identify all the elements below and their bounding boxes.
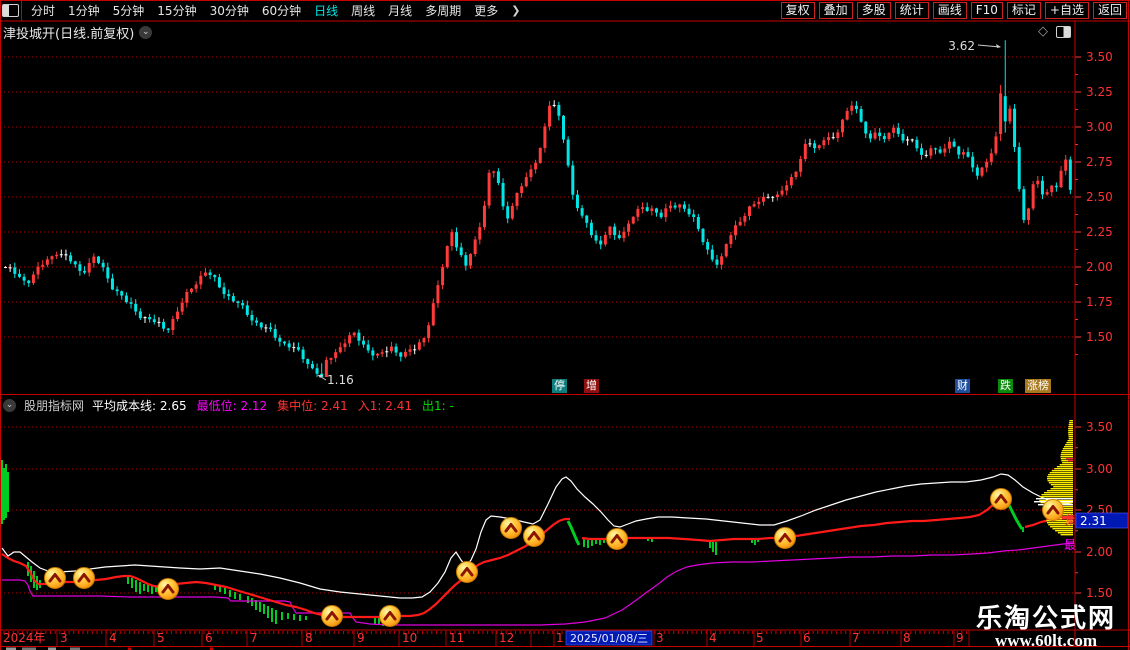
gold-coin-marker (379, 605, 401, 627)
gold-coin-marker (1042, 499, 1064, 521)
market-badge-0[interactable]: 停 (552, 379, 567, 393)
exit-line (566, 520, 581, 546)
month-label: 6 (205, 631, 213, 645)
gold-coin-marker (500, 517, 522, 539)
main-axis-label: 1.75 (1086, 295, 1113, 309)
indicator-axis-label: 1.50 (1086, 586, 1113, 600)
main-axis-label: 2.00 (1086, 260, 1113, 274)
indicator-values: 平均成本线: 2.65 最低位: 2.12 集中位: 2.41 入1: 2.41 出1:… (92, 397, 454, 414)
month-label: 8 (305, 631, 313, 645)
price-tag: 2.31 (1075, 512, 1129, 529)
month-label: 5 (756, 631, 764, 645)
indicator-field-4: 出1: - (421, 399, 454, 413)
month-label: 7 (250, 631, 258, 645)
gold-coin-marker (523, 525, 545, 547)
exit-line (1006, 502, 1024, 530)
main-axis-label: 3.00 (1086, 120, 1113, 134)
indicator-header: ⌄ 股朋指标网 平均成本线: 2.65 最低位: 2.12 集中位: 2.41 入1:… (3, 397, 454, 414)
month-label: 9 (956, 631, 964, 645)
main-axis-label: 3.50 (1086, 50, 1113, 64)
watermark-site-name: 乐淘公式网 (975, 604, 1116, 633)
indicator-field-0: 平均成本线: 2.65 (92, 399, 187, 413)
chevron-down-icon[interactable]: ⌄ (139, 26, 153, 39)
buy-signal-coins (44, 488, 1064, 627)
indicator-field-2: 集中位: 2.41 (277, 399, 348, 413)
market-badge-3[interactable]: 跌 (998, 379, 1013, 393)
market-badge-1[interactable]: 增 (584, 379, 599, 393)
month-label: 4 (109, 631, 117, 645)
main-axis-label: 2.25 (1086, 225, 1113, 239)
watermark-url: www.60lt.com (995, 631, 1097, 650)
clipped-line-label: 最 (1064, 538, 1076, 552)
collapse-indicator-icon[interactable]: ⌄ (3, 399, 16, 412)
selected-date-label: 2025/01/08/三 (570, 632, 648, 645)
chart-title-row: 津投城开(日线.前复权) ⌄ (3, 23, 153, 42)
month-label: 10 (402, 631, 417, 645)
gridlines (0, 56, 1074, 594)
month-label: 3 (656, 631, 664, 645)
indicator-source-label[interactable]: 股朋指标网 (24, 397, 84, 414)
gold-coin-marker (73, 567, 95, 589)
trading-app-window: 分时 1分钟 5分钟 15分钟 30分钟 60分钟 日线 周线 月线 多周期 更多 ❯ 复权 叠加 多股统… (0, 0, 1130, 650)
low-annotation: 1.16 (327, 373, 354, 387)
indicator-axis-label: 3.00 (1086, 462, 1113, 476)
month-label: 11 (449, 631, 464, 645)
split-view-icon[interactable] (1056, 26, 1071, 38)
month-label: 6 (803, 631, 811, 645)
month-label: 5 (157, 631, 165, 645)
market-badge-2[interactable]: 财 (955, 379, 970, 393)
gold-coin-marker (321, 605, 343, 627)
current-price-tag: 2.31 (1080, 514, 1107, 528)
candlestick-series (4, 40, 1072, 377)
indicator-field-1: 最低位: 2.12 (196, 399, 268, 413)
main-axis-label: 2.50 (1086, 190, 1113, 204)
month-label: 7 (852, 631, 860, 645)
main-axis-label: 3.25 (1086, 85, 1113, 99)
month-label: 8 (903, 631, 911, 645)
date-axis: 2024年 3 4 5 6 7 8 9 10 11 12 1 3 4 5 6 7 8 92025/01/08/三 (3, 630, 970, 646)
market-badge-4[interactable]: 涨榜 (1025, 379, 1051, 393)
month-label: 3 (60, 631, 68, 645)
indicator-axis-label: 3.50 (1086, 420, 1113, 434)
indicator-field-3: 入1: 2.41 (357, 399, 412, 413)
month-label: 4 (709, 631, 717, 645)
gold-coin-marker (44, 567, 66, 589)
gold-coin-marker (774, 527, 796, 549)
gold-coin-marker (157, 578, 179, 600)
month-label: 2024年 (3, 631, 46, 645)
watermark: 乐淘公式网 www.60lt.com (976, 606, 1116, 650)
indicator-axis-label: 2.00 (1086, 545, 1113, 559)
main-axis-label: 1.50 (1086, 330, 1113, 344)
gold-coin-marker (456, 561, 478, 583)
month-label: 9 (357, 631, 365, 645)
gold-coin-marker (990, 488, 1012, 510)
gold-coin-marker (606, 528, 628, 550)
month-label: 12 (499, 631, 514, 645)
diamond-icon[interactable]: ◇ (1038, 24, 1048, 39)
high-annotation: 3.62 (948, 39, 975, 53)
main-axis-label: 2.75 (1086, 155, 1113, 169)
month-label: 1 (556, 631, 564, 645)
price-annotations: 3.62 1.16 (317, 39, 1001, 387)
page-title: 津投城开(日线.前复权) (3, 27, 135, 42)
chart-canvas[interactable]: 3.62 1.16 3.50 3.25 3.00 2.75 2.50 2.25 2.00 1.75… (0, 0, 1130, 650)
